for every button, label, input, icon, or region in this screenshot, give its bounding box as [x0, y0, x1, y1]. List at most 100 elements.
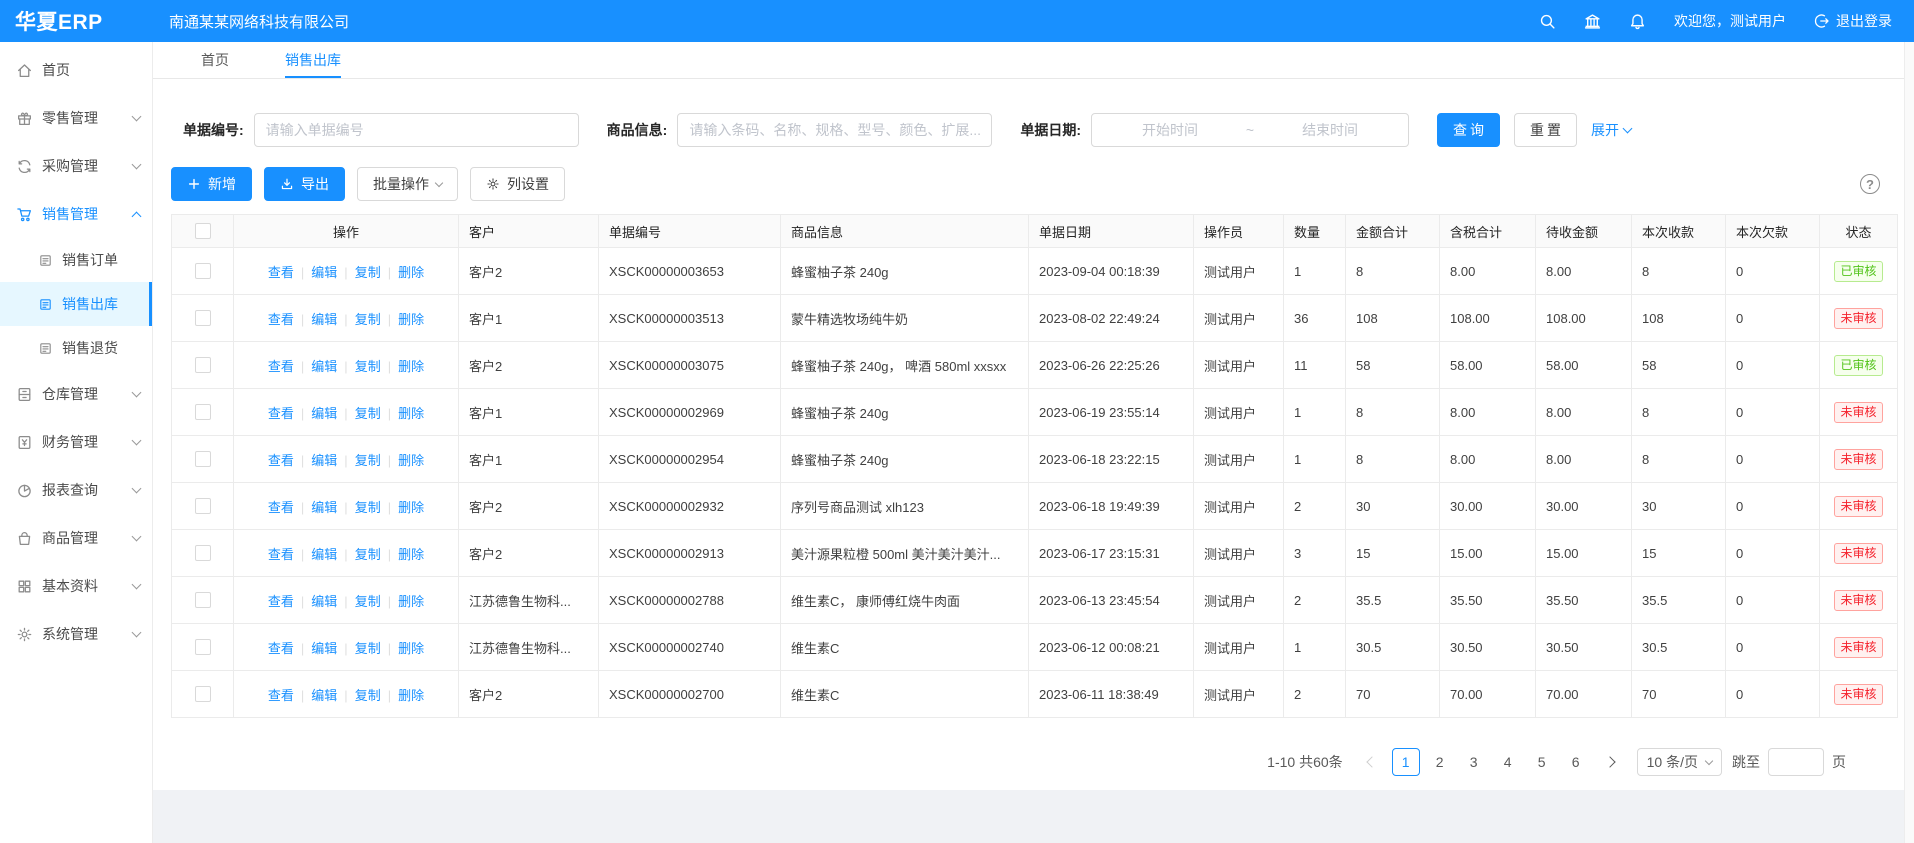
copy-link[interactable]: 复制 [355, 641, 381, 656]
logout-button[interactable]: 退出登录 [1814, 11, 1892, 31]
edit-link[interactable]: 编辑 [311, 688, 337, 703]
sidebar-item-sales-outbound[interactable]: 销售出库 [0, 282, 152, 326]
sidebar-item-basic[interactable]: 基本资料 [0, 562, 152, 610]
prev-page-button[interactable] [1358, 748, 1386, 776]
row-checkbox[interactable] [195, 451, 211, 467]
search-button[interactable]: 查询 [1437, 113, 1500, 147]
expand-toggle[interactable]: 展开 [1591, 120, 1631, 140]
page-button-5[interactable]: 5 [1528, 748, 1556, 776]
page-button-1[interactable]: 1 [1392, 748, 1420, 776]
delete-link[interactable]: 删除 [398, 547, 424, 562]
sidebar-item-purchase[interactable]: 采购管理 [0, 142, 152, 190]
view-link[interactable]: 查看 [268, 500, 294, 515]
vertical-scrollbar[interactable] [1904, 42, 1914, 843]
sidebar-item-system[interactable]: 系统管理 [0, 610, 152, 658]
sidebar-item-retail[interactable]: 零售管理 [0, 94, 152, 142]
delete-link[interactable]: 删除 [398, 265, 424, 280]
sidebar-item-warehouse[interactable]: 仓库管理 [0, 370, 152, 418]
copy-link[interactable]: 复制 [355, 688, 381, 703]
row-checkbox[interactable] [195, 545, 211, 561]
view-link[interactable]: 查看 [268, 265, 294, 280]
copy-link[interactable]: 复制 [355, 406, 381, 421]
delete-link[interactable]: 删除 [398, 688, 424, 703]
add-button[interactable]: 新增 [171, 167, 252, 201]
view-link[interactable]: 查看 [268, 547, 294, 562]
delete-link[interactable]: 删除 [398, 453, 424, 468]
page-button-6[interactable]: 6 [1562, 748, 1590, 776]
edit-link[interactable]: 编辑 [311, 500, 337, 515]
bank-icon[interactable] [1584, 13, 1601, 30]
sidebar-item-sales-order[interactable]: 销售订单 [0, 238, 152, 282]
delete-link[interactable]: 删除 [398, 406, 424, 421]
view-link[interactable]: 查看 [268, 453, 294, 468]
copy-link[interactable]: 复制 [355, 500, 381, 515]
page-button-2[interactable]: 2 [1426, 748, 1454, 776]
product-info-input[interactable] [677, 113, 992, 147]
sidebar-item-sales[interactable]: 销售管理 [0, 190, 152, 238]
page-size-select[interactable]: 10 条/页 [1637, 748, 1722, 776]
edit-link[interactable]: 编辑 [311, 594, 337, 609]
batch-ops-button[interactable]: 批量操作 [357, 167, 458, 201]
tab-sales-outbound[interactable]: 销售出库 [285, 42, 341, 78]
next-page-button[interactable] [1596, 748, 1624, 776]
action-separator: | [388, 688, 391, 703]
row-checkbox[interactable] [195, 357, 211, 373]
edit-link[interactable]: 编辑 [311, 265, 337, 280]
delete-link[interactable]: 删除 [398, 312, 424, 327]
reset-button[interactable]: 重置 [1514, 113, 1577, 147]
copy-link[interactable]: 复制 [355, 312, 381, 327]
date-end-input[interactable] [1258, 121, 1402, 139]
select-all-checkbox[interactable] [195, 223, 211, 239]
column-settings-button[interactable]: 列设置 [470, 167, 565, 201]
page-button-3[interactable]: 3 [1460, 748, 1488, 776]
sidebar-item-sales-return[interactable]: 销售退货 [0, 326, 152, 370]
edit-link[interactable]: 编辑 [311, 641, 337, 656]
edit-link[interactable]: 编辑 [311, 453, 337, 468]
view-link[interactable]: 查看 [268, 312, 294, 327]
delete-link[interactable]: 删除 [398, 641, 424, 656]
edit-link[interactable]: 编辑 [311, 312, 337, 327]
delete-link[interactable]: 删除 [398, 500, 424, 515]
copy-link[interactable]: 复制 [355, 359, 381, 374]
view-link[interactable]: 查看 [268, 688, 294, 703]
edit-link[interactable]: 编辑 [311, 547, 337, 562]
row-checkbox[interactable] [195, 404, 211, 420]
bell-icon[interactable] [1629, 13, 1646, 30]
sidebar-item-product[interactable]: 商品管理 [0, 514, 152, 562]
bill-no-input[interactable] [254, 113, 579, 147]
view-link[interactable]: 查看 [268, 406, 294, 421]
received-cell: 30 [1632, 483, 1726, 530]
view-link[interactable]: 查看 [268, 359, 294, 374]
delete-link[interactable]: 删除 [398, 594, 424, 609]
view-link[interactable]: 查看 [268, 641, 294, 656]
row-checkbox[interactable] [195, 639, 211, 655]
search-icon[interactable] [1539, 13, 1556, 30]
help-icon[interactable]: ? [1860, 174, 1880, 194]
row-checkbox[interactable] [195, 498, 211, 514]
bill-no-cell: XSCK00000003075 [599, 342, 781, 389]
date-range-picker[interactable]: ~ [1091, 113, 1409, 147]
row-checkbox[interactable] [195, 592, 211, 608]
row-checkbox[interactable] [195, 263, 211, 279]
date-start-input[interactable] [1098, 121, 1242, 139]
copy-link[interactable]: 复制 [355, 265, 381, 280]
page-button-4[interactable]: 4 [1494, 748, 1522, 776]
row-checkbox[interactable] [195, 310, 211, 326]
copy-link[interactable]: 复制 [355, 594, 381, 609]
delete-link[interactable]: 删除 [398, 359, 424, 374]
export-button[interactable]: 导出 [264, 167, 345, 201]
copy-link[interactable]: 复制 [355, 453, 381, 468]
edit-link[interactable]: 编辑 [311, 359, 337, 374]
edit-link[interactable]: 编辑 [311, 406, 337, 421]
chevron-down-icon [132, 628, 142, 638]
copy-link[interactable]: 复制 [355, 547, 381, 562]
sidebar-item-finance[interactable]: 财务管理 [0, 418, 152, 466]
view-link[interactable]: 查看 [268, 594, 294, 609]
sidebar-item-home[interactable]: 首页 [0, 46, 152, 94]
row-checkbox[interactable] [195, 686, 211, 702]
sidebar-item-report[interactable]: 报表查询 [0, 466, 152, 514]
jump-page-input[interactable] [1768, 748, 1824, 776]
tab-home[interactable]: 首页 [201, 42, 229, 78]
product-info-cell: 美汁源果粒橙 500ml 美汁美汁美汁... [781, 530, 1029, 577]
tax-total-cell: 70.00 [1440, 671, 1536, 718]
